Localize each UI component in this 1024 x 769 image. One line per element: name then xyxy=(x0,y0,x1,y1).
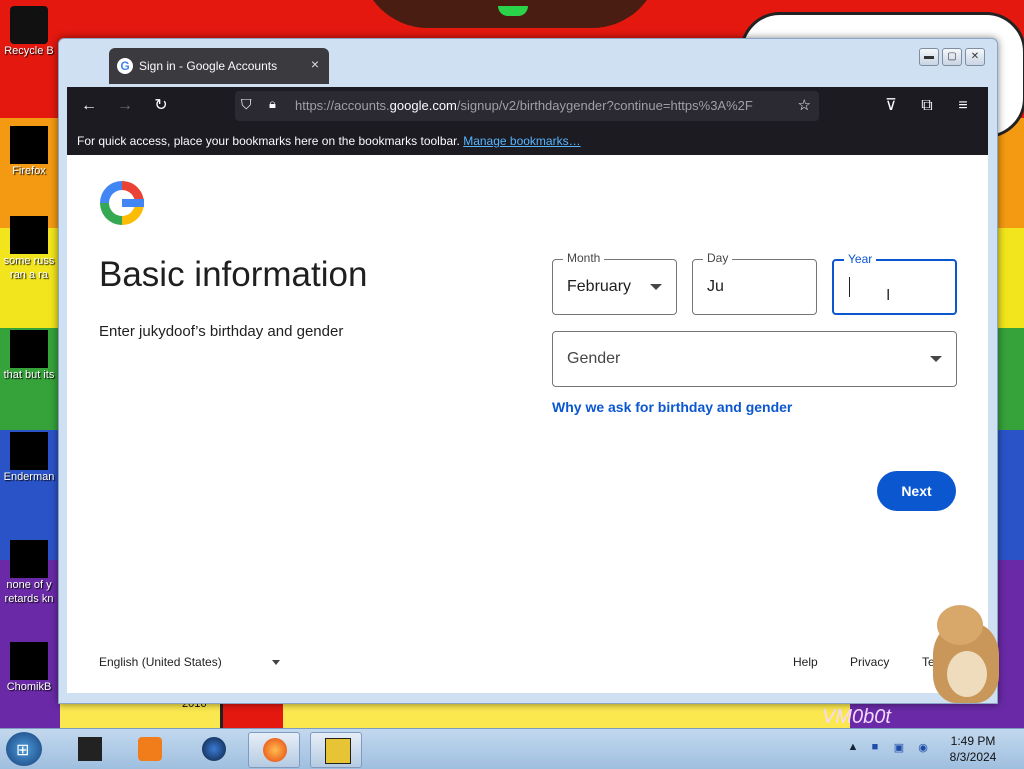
desktop-icon-none-of-y[interactable]: none of y retards kn xyxy=(0,540,58,606)
google-favicon-icon: G xyxy=(117,58,133,74)
start-button[interactable]: ⊞ xyxy=(6,732,42,766)
desktop-icon-label: retards kn xyxy=(4,593,54,605)
tab-title: Sign in - Google Accounts xyxy=(139,59,278,73)
privacy-link[interactable]: Privacy xyxy=(850,655,889,669)
taskbar-app-browser[interactable] xyxy=(188,732,238,766)
wallpaper-bottom-red-art xyxy=(220,700,283,730)
chevron-down-icon xyxy=(271,660,280,666)
shortcut-icon xyxy=(10,642,48,680)
tab-sign-in[interactable]: G Sign in - Google Accounts × xyxy=(109,48,329,84)
desktop-icon-chomik[interactable]: ChomikB xyxy=(0,642,58,694)
pocket-icon[interactable]: ⊽ xyxy=(881,96,901,116)
year-field[interactable]: Year I xyxy=(832,252,957,315)
shortcut-icon xyxy=(10,330,48,368)
next-button[interactable]: Next xyxy=(877,471,956,511)
tab-close-icon[interactable]: × xyxy=(311,56,319,72)
globe-icon xyxy=(202,737,226,761)
desktop-icon-label: that but its xyxy=(3,369,55,381)
tray-app-icon[interactable]: ■ xyxy=(868,741,882,755)
wallpaper-caption-vm: VM0b0t xyxy=(822,706,891,728)
why-we-ask-link[interactable]: Why we ask for birthday and gender xyxy=(552,399,792,415)
hamster-sticker xyxy=(925,605,1005,705)
bookmarks-hint: For quick access, place your bookmarks h… xyxy=(77,134,581,148)
clock[interactable]: 1:49 PM 8/3/2024 xyxy=(942,733,1004,765)
desktop-icon-some-russ[interactable]: some russ ran a ra xyxy=(0,216,58,282)
language-select[interactable]: English (United States) xyxy=(99,655,280,669)
chevron-down-icon xyxy=(650,284,662,290)
taskbar-app-media[interactable] xyxy=(124,732,174,766)
firefox-icon xyxy=(10,126,48,164)
desktop-icon-label: Enderman xyxy=(3,471,55,483)
desktop-icon-that-but-its[interactable]: that but its xyxy=(0,330,58,382)
taskbar-app-de[interactable] xyxy=(310,732,362,768)
month-select[interactable]: Month February xyxy=(552,251,677,315)
desktop-icon-label: ran a ra xyxy=(10,269,48,281)
page-subtitle: Enter jukydoof’s birthday and gender xyxy=(99,323,344,340)
shortcut-icon xyxy=(10,540,48,578)
chevron-down-icon xyxy=(930,356,942,362)
google-logo-icon xyxy=(100,181,144,225)
volume-icon[interactable]: ◉ xyxy=(916,741,930,755)
maximize-button[interactable]: ▢ xyxy=(942,48,962,66)
nav-toolbar: ← → ↻ ⛉ 🔒︎ https://accounts.google.com/s… xyxy=(67,87,988,125)
month-label: Month xyxy=(563,251,605,265)
manage-bookmarks-link[interactable]: Manage bookmarks… xyxy=(463,134,580,148)
reload-icon[interactable]: ↻ xyxy=(151,96,171,116)
day-value: Ju xyxy=(707,278,724,295)
desktop-icon-label: Recycle B xyxy=(4,45,54,57)
windows-logo-icon: ⊞ xyxy=(16,742,30,759)
taskbar: ⊞ ▲ ■ ▣ ◉ 1:49 PM 8/3/2024 xyxy=(0,728,1024,769)
desktop-icon-label: some russ xyxy=(3,255,55,267)
desktop-icon-firefox[interactable]: Firefox xyxy=(0,126,58,178)
lock-icon[interactable]: 🔒︎ xyxy=(269,96,276,112)
network-icon[interactable]: ▣ xyxy=(892,741,906,755)
recycle-bin-icon xyxy=(10,6,48,44)
tab-strip: G Sign in - Google Accounts × ▬ ▢ ✕ xyxy=(59,39,997,87)
menu-hamburger-icon[interactable]: ≡ xyxy=(953,96,973,116)
taskbar-app-firefox[interactable] xyxy=(248,732,300,768)
clock-time: 1:49 PM xyxy=(950,734,996,748)
shortcut-icon xyxy=(10,432,48,470)
shield-icon[interactable]: ⛉ xyxy=(241,96,252,113)
desktop-icon-enderman[interactable]: Enderman xyxy=(0,432,58,484)
taskbar-app-cmd[interactable] xyxy=(64,732,114,766)
browser-window: G Sign in - Google Accounts × ▬ ▢ ✕ ← → … xyxy=(58,38,998,704)
back-arrow-icon[interactable]: ← xyxy=(79,96,99,116)
desktop-icon-label: Firefox xyxy=(12,165,46,177)
month-value: February xyxy=(567,278,632,295)
system-tray: ▲ ■ ▣ ◉ 1:49 PM 8/3/2024 xyxy=(842,729,1024,769)
terminal-icon xyxy=(78,737,102,761)
help-link[interactable]: Help xyxy=(793,655,818,669)
day-field[interactable]: Day Ju xyxy=(692,251,817,315)
gender-select[interactable]: Gender xyxy=(552,331,957,387)
bookmark-star-icon[interactable]: ☆ xyxy=(798,96,811,114)
ibeam-cursor-icon: I xyxy=(886,287,891,304)
desktop-icon-label: ChomikB xyxy=(6,681,52,693)
url-text: https://accounts.google.com/signup/v2/bi… xyxy=(295,98,753,113)
firefox-icon xyxy=(263,738,287,762)
text-cursor xyxy=(849,277,850,297)
de-app-icon xyxy=(325,738,351,764)
desktop-icon-recycle-bin[interactable]: Recycle B xyxy=(0,6,58,58)
close-window-button[interactable]: ✕ xyxy=(965,48,985,66)
gender-placeholder: Gender xyxy=(567,350,621,367)
minimize-button[interactable]: ▬ xyxy=(919,48,939,66)
google-signup-page: Basic information Enter jukydoof’s birth… xyxy=(67,155,988,693)
forward-arrow-icon[interactable]: → xyxy=(115,96,135,116)
show-hidden-icons-icon[interactable]: ▲ xyxy=(846,741,860,755)
media-player-icon xyxy=(138,737,162,761)
page-title: Basic information xyxy=(99,255,368,294)
url-bar[interactable]: ⛉ 🔒︎ https://accounts.google.com/signup/… xyxy=(235,91,819,121)
bookmarks-toolbar: For quick access, place your bookmarks h… xyxy=(67,125,988,155)
desktop-icon-label: none of y xyxy=(6,579,52,591)
extensions-icon[interactable]: ⧉ xyxy=(917,96,937,116)
clock-date: 8/3/2024 xyxy=(949,750,997,764)
year-label: Year xyxy=(844,252,877,266)
shortcut-icon xyxy=(10,216,48,254)
day-label: Day xyxy=(703,251,733,265)
